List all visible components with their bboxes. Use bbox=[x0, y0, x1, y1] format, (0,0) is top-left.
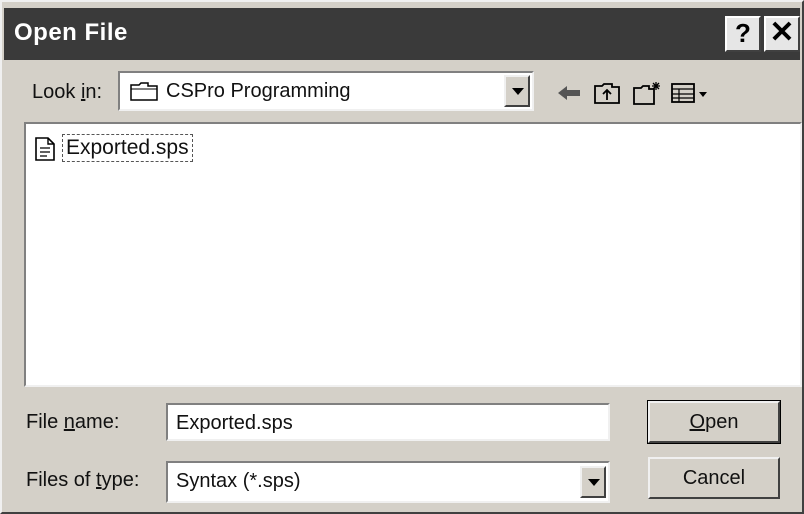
file-list[interactable]: Exported.sps bbox=[24, 122, 802, 387]
back-arrow-icon[interactable] bbox=[554, 80, 584, 106]
dialog-title: Open File bbox=[14, 19, 128, 46]
open-file-dialog: Open File ? ✕ Look in: CSPro Programming bbox=[0, 0, 804, 514]
look-in-dropdown-button[interactable] bbox=[504, 75, 530, 107]
file-name-label: File name: bbox=[26, 411, 120, 433]
close-button[interactable]: ✕ bbox=[764, 16, 800, 52]
title-bar[interactable]: Open File ? ✕ bbox=[4, 8, 800, 60]
folder-icon bbox=[130, 82, 158, 101]
open-button[interactable]: Open bbox=[647, 400, 781, 444]
file-type-label: Files of type: bbox=[26, 469, 140, 491]
file-name-value: Exported.sps bbox=[176, 412, 293, 434]
new-folder-icon[interactable] bbox=[632, 80, 662, 106]
chevron-down-icon bbox=[588, 479, 600, 486]
up-folder-icon[interactable] bbox=[592, 80, 622, 106]
chevron-down-icon bbox=[512, 88, 524, 95]
file-name: Exported.sps bbox=[62, 134, 193, 162]
file-type-dropdown-button[interactable] bbox=[580, 466, 606, 498]
view-menu-icon[interactable] bbox=[670, 80, 710, 106]
cancel-button[interactable]: Cancel bbox=[648, 457, 780, 499]
file-name-input[interactable]: Exported.sps bbox=[166, 403, 610, 441]
file-type-value: Syntax (*.sps) bbox=[176, 470, 301, 492]
look-in-value: CSPro Programming bbox=[166, 80, 351, 102]
look-in-label: Look in: bbox=[32, 81, 103, 103]
file-type-dropdown[interactable]: Syntax (*.sps) bbox=[166, 461, 610, 503]
help-button[interactable]: ? bbox=[725, 16, 761, 52]
look-in-dropdown[interactable]: CSPro Programming bbox=[118, 71, 534, 111]
document-icon bbox=[35, 137, 55, 161]
